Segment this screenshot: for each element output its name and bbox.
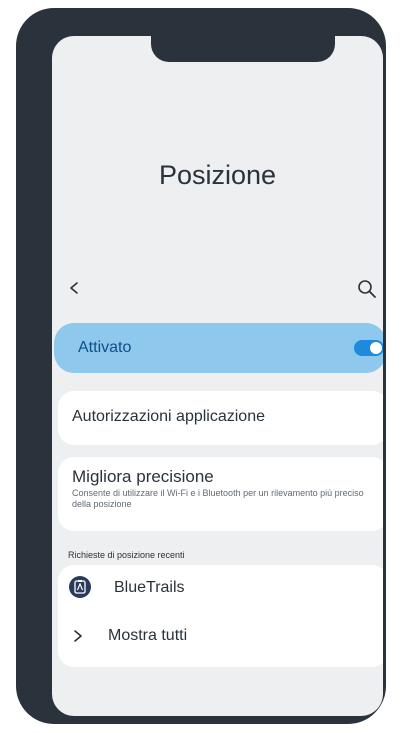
improve-precision-title: Migliora precisione [72, 467, 214, 486]
chevron-left-icon[interactable] [66, 278, 82, 298]
location-toggle-label: Attivato [78, 339, 132, 356]
screen: Posizione Attivato Autorizzazioni applic… [52, 36, 383, 716]
recent-requests-list: BlueTrails Mostra tutti [58, 565, 383, 667]
recent-requests-header: Richieste di posizione recenti [68, 550, 185, 560]
show-all-label: Mostra tutti [108, 627, 188, 644]
switch-knob [370, 342, 382, 354]
location-switch[interactable] [354, 340, 383, 356]
phone-frame: Posizione Attivato Autorizzazioni applic… [16, 8, 386, 724]
app-icon [69, 576, 91, 598]
app-name: BlueTrails [114, 579, 185, 596]
improve-precision-item[interactable]: Migliora precisione Consente di utilizza… [58, 457, 383, 531]
page-title: Posizione [158, 160, 277, 190]
phone-notch [151, 36, 335, 62]
chevron-right-icon [74, 630, 82, 642]
app-permissions-item[interactable]: Autorizzazioni applicazione [58, 391, 383, 445]
location-toggle-row[interactable]: Attivato [54, 323, 383, 373]
improve-precision-description: Consente di utilizzare il Wi-Fi e i Blue… [72, 488, 364, 509]
search-icon[interactable] [356, 278, 378, 300]
app-permissions-label: Autorizzazioni applicazione [72, 408, 265, 425]
